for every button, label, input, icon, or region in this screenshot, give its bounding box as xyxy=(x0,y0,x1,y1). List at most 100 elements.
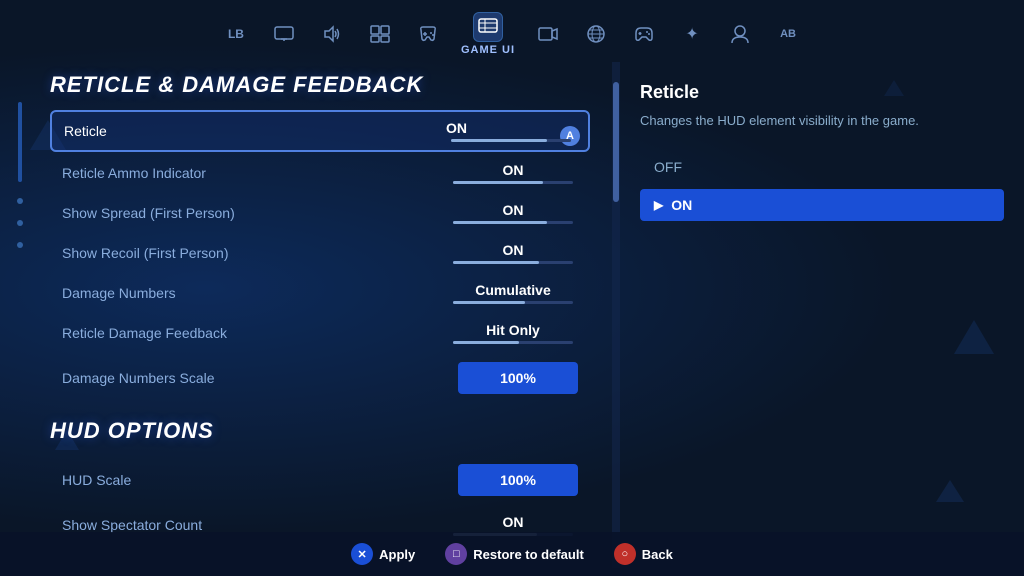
top-navigation: LB GAME UI xyxy=(0,0,1024,62)
restore-action[interactable]: □ Restore to default xyxy=(445,543,584,565)
setting-label-ammo: Reticle Ammo Indicator xyxy=(62,165,206,181)
setting-value-recoil: ON xyxy=(448,242,578,264)
damage-numbers-bar xyxy=(453,301,573,304)
option-on[interactable]: ▶ ON xyxy=(640,189,1004,221)
ammo-bar-fill xyxy=(453,181,543,184)
nav-item-extra[interactable]: ✦ xyxy=(677,19,707,49)
ammo-bar xyxy=(453,181,573,184)
setting-label-hud-scale: HUD Scale xyxy=(62,472,131,488)
recoil-value: ON xyxy=(503,242,524,258)
nav-icon-account[interactable] xyxy=(725,19,755,49)
recoil-bar xyxy=(453,261,573,264)
sidebar-dot-3 xyxy=(17,242,23,248)
nav-icon-display[interactable] xyxy=(269,19,299,49)
scroll-track[interactable] xyxy=(612,62,620,568)
info-description: Changes the HUD element visibility in th… xyxy=(640,111,1004,131)
option-on-arrow: ▶ xyxy=(654,198,663,212)
setting-row-damage-feedback[interactable]: Reticle Damage Feedback Hit Only xyxy=(50,314,590,352)
setting-value-damage-feedback: Hit Only xyxy=(448,322,578,344)
option-off-label: OFF xyxy=(654,159,682,175)
sidebar-dot-2 xyxy=(17,220,23,226)
nav-icon-audio[interactable] xyxy=(317,19,347,49)
info-title: Reticle xyxy=(640,82,1004,103)
reticle-bar-fill xyxy=(451,139,547,142)
scroll-track-container xyxy=(610,62,620,568)
nav-icon-game-ui[interactable] xyxy=(473,12,503,42)
damage-numbers-value: Cumulative xyxy=(475,282,550,298)
nav-item-gamepad2[interactable] xyxy=(629,19,659,49)
nav-item-controller[interactable] xyxy=(413,19,443,49)
damage-scale-value: 100% xyxy=(500,370,536,386)
section1-title: RETICLE & DAMAGE FEEDBACK xyxy=(50,72,590,98)
back-label: Back xyxy=(642,547,673,562)
setting-label-reticle: Reticle xyxy=(64,123,107,139)
nav-icon-controller[interactable] xyxy=(413,19,443,49)
nav-icon-hud[interactable] xyxy=(365,19,395,49)
spectator-value: ON xyxy=(503,514,524,530)
info-panel: Reticle Changes the HUD element visibili… xyxy=(620,62,1024,568)
bottom-bar: ✕ Apply □ Restore to default ○ Back xyxy=(0,532,1024,576)
section2-title: HUD OPTIONS xyxy=(50,418,590,444)
hud-scale-value: 100% xyxy=(500,472,536,488)
setting-row-reticle[interactable]: Reticle ON A xyxy=(50,110,590,152)
nav-item-ab[interactable]: AB xyxy=(773,19,803,49)
nav-item-display[interactable] xyxy=(269,19,299,49)
settings-panel: RETICLE & DAMAGE FEEDBACK Reticle ON A xyxy=(40,62,610,568)
damage-numbers-bar-fill xyxy=(453,301,525,304)
nav-item-audio[interactable] xyxy=(317,19,347,49)
sidebar-strip xyxy=(0,62,40,568)
reticle-value: ON xyxy=(446,120,467,136)
setting-label-spectator: Show Spectator Count xyxy=(62,517,202,533)
nav-item-lb[interactable]: LB xyxy=(221,19,251,49)
nav-item-network[interactable] xyxy=(581,19,611,49)
nav-item-video[interactable] xyxy=(533,19,563,49)
setting-label-recoil: Show Recoil (First Person) xyxy=(62,245,229,261)
nav-icon-network[interactable] xyxy=(581,19,611,49)
nav-item-account[interactable] xyxy=(725,19,755,49)
damage-feedback-bar xyxy=(453,341,573,344)
restore-button-icon[interactable]: □ xyxy=(445,543,467,565)
damage-feedback-value: Hit Only xyxy=(486,322,540,338)
spread-bar-fill xyxy=(453,221,547,224)
nav-icon-video[interactable] xyxy=(533,19,563,49)
setting-row-hud-scale[interactable]: HUD Scale 100% xyxy=(50,456,590,504)
scroll-thumb[interactable] xyxy=(613,82,619,202)
back-button-icon[interactable]: ○ xyxy=(614,543,636,565)
setting-value-damage-scale: 100% xyxy=(458,362,578,394)
sidebar-line xyxy=(18,102,22,182)
main-layout: RETICLE & DAMAGE FEEDBACK Reticle ON A xyxy=(0,62,1024,568)
setting-label-damage-numbers: Damage Numbers xyxy=(62,285,176,301)
a-badge: A xyxy=(560,126,580,146)
setting-row-recoil[interactable]: Show Recoil (First Person) ON xyxy=(50,234,590,272)
back-action[interactable]: ○ Back xyxy=(614,543,673,565)
setting-value-hud-scale: 100% xyxy=(458,464,578,496)
option-on-label: ON xyxy=(671,197,692,213)
setting-value-spread: ON xyxy=(448,202,578,224)
setting-row-damage-numbers[interactable]: Damage Numbers Cumulative xyxy=(50,274,590,312)
recoil-bar-fill xyxy=(453,261,539,264)
setting-value-ammo: ON xyxy=(448,162,578,184)
option-off[interactable]: OFF xyxy=(640,151,1004,183)
apply-button-icon[interactable]: ✕ xyxy=(351,543,373,565)
setting-row-ammo[interactable]: Reticle Ammo Indicator ON xyxy=(50,154,590,192)
nav-icon-lb[interactable]: LB xyxy=(221,19,251,49)
nav-item-hud[interactable] xyxy=(365,19,395,49)
setting-label-damage-feedback: Reticle Damage Feedback xyxy=(62,325,227,341)
setting-label-damage-scale: Damage Numbers Scale xyxy=(62,370,215,386)
setting-label-spread: Show Spread (First Person) xyxy=(62,205,235,221)
damage-feedback-bar-fill xyxy=(453,341,519,344)
setting-row-spread[interactable]: Show Spread (First Person) ON xyxy=(50,194,590,232)
nav-icon-gamepad2[interactable] xyxy=(629,19,659,49)
restore-label: Restore to default xyxy=(473,547,584,562)
reticle-bar xyxy=(451,139,571,142)
apply-action[interactable]: ✕ Apply xyxy=(351,543,415,565)
setting-value-reticle: ON A xyxy=(446,120,576,142)
apply-label: Apply xyxy=(379,547,415,562)
ammo-value: ON xyxy=(503,162,524,178)
spread-bar xyxy=(453,221,573,224)
setting-row-damage-scale[interactable]: Damage Numbers Scale 100% xyxy=(50,354,590,402)
nav-icon-ab[interactable]: AB xyxy=(773,19,803,49)
nav-icon-extra[interactable]: ✦ xyxy=(677,19,707,49)
nav-item-game-ui[interactable]: GAME UI xyxy=(461,12,515,56)
option-list: OFF ▶ ON xyxy=(640,151,1004,221)
